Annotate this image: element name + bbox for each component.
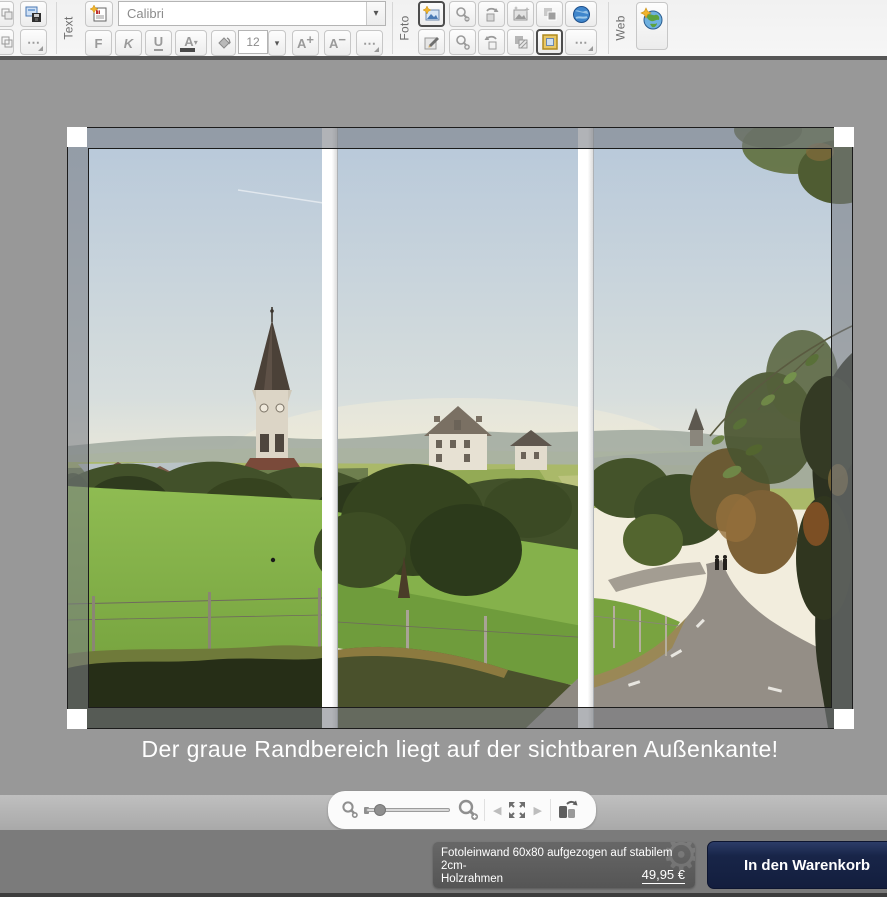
- toolbar-separator: [392, 2, 393, 54]
- layers-icon: [542, 6, 558, 22]
- overlapping-pages-icon: [1, 8, 13, 20]
- resize-handle-top-right[interactable]: [834, 127, 854, 147]
- product-info-box: ⚙ Fotoleinwand 60x80 aufgezogen auf stab…: [433, 842, 695, 888]
- resize-handle-top-left[interactable]: [67, 127, 87, 147]
- search-plus-icon: [454, 34, 471, 51]
- web-globe-star-icon: [640, 7, 664, 31]
- change-orientation-button[interactable]: [555, 798, 579, 822]
- decrease-font-button[interactable]: A −: [324, 30, 351, 56]
- wrap-edge-band-right: [832, 148, 852, 708]
- rotate-ccw-button[interactable]: [478, 29, 505, 55]
- zoom-toolbar: ◀ ▶: [328, 791, 596, 829]
- photo-frame-button[interactable]: [536, 29, 563, 55]
- bold-button[interactable]: F: [85, 30, 112, 56]
- magnifier-minus-icon: [340, 800, 360, 820]
- orientation-rotate-icon: [555, 798, 579, 822]
- corner-triangle-icon: [588, 46, 593, 51]
- add-to-cart-button[interactable]: In den Warenkorb: [707, 841, 887, 889]
- zoom-slider[interactable]: [366, 803, 450, 817]
- visible-area-outline: [88, 148, 832, 708]
- canvas-preview[interactable]: [68, 128, 852, 728]
- toolbar: ⋯ Text T Calibri ▾ F K U: [0, 0, 887, 56]
- corner-triangle-icon: [38, 46, 43, 51]
- footer-bar: ⚙ Fotoleinwand 60x80 aufgezogen auf stab…: [0, 830, 887, 897]
- rotate-cw-button[interactable]: [478, 1, 505, 27]
- text-more-button[interactable]: ⋯: [356, 30, 383, 56]
- zoom-strip: ◀ ▶: [0, 795, 887, 830]
- font-size-dropdown-button[interactable]: ▾: [268, 30, 286, 56]
- expand-arrows-icon: [505, 798, 529, 822]
- paint-bucket-icon: [216, 35, 232, 51]
- product-price[interactable]: 49,95 €: [642, 867, 685, 884]
- color-swatch: [180, 48, 195, 52]
- zoom-toolbar-separator: [550, 799, 551, 821]
- resize-handle-bottom-left[interactable]: [67, 709, 87, 729]
- ellipsis-icon: ⋯: [575, 36, 588, 49]
- text-section-label: Text: [60, 0, 78, 56]
- arrange-hatch-icon: [513, 34, 529, 50]
- window-bottom-edge: [0, 893, 887, 897]
- add-photo-icon: [423, 5, 441, 23]
- toolbar-separator: [608, 2, 609, 54]
- font-family-select[interactable]: Calibri ▾: [118, 1, 386, 26]
- add-photo-button[interactable]: [418, 1, 445, 27]
- web-section-label: Web: [612, 0, 630, 56]
- previous-page-button[interactable]: ◀: [489, 804, 505, 817]
- italic-button[interactable]: K: [115, 30, 142, 56]
- foto-more-button[interactable]: ⋯: [565, 29, 597, 55]
- duplicate-photo-button[interactable]: [536, 1, 563, 27]
- chevron-down-icon: ▾: [194, 38, 198, 47]
- format-fill-button[interactable]: [211, 30, 236, 56]
- pencil-edit-icon: [423, 34, 440, 51]
- overlapping-frames-icon: [1, 36, 13, 48]
- workspace: Der graue Randbereich liegt auf der sich…: [0, 60, 887, 795]
- zoom-slider-thumb[interactable]: [374, 804, 386, 816]
- increase-font-button[interactable]: A +: [292, 30, 319, 56]
- chevron-down-icon: ▾: [275, 38, 280, 49]
- globe-icon: [572, 5, 591, 24]
- fit-to-screen-button[interactable]: [505, 798, 529, 822]
- wrap-edge-band-bottom: [68, 708, 852, 728]
- photo-effects-icon: [512, 5, 530, 23]
- resize-handle-bottom-right[interactable]: [834, 709, 854, 729]
- zoom-toolbar-separator: [484, 799, 485, 821]
- font-size-value: 12: [246, 35, 259, 49]
- export-save-button[interactable]: [20, 1, 47, 27]
- zoom-in-button[interactable]: [456, 798, 480, 822]
- corner-triangle-icon: [374, 47, 379, 52]
- arrange-pages-button[interactable]: [0, 29, 14, 55]
- photo-editor-window: ⋯ Text T Calibri ▾ F K U: [0, 0, 887, 897]
- enlarge-photo-button[interactable]: [449, 29, 476, 55]
- arrange-order-button[interactable]: [507, 29, 534, 55]
- web-upload-button[interactable]: [636, 2, 668, 50]
- save-export-icon: [25, 6, 42, 23]
- wrap-edge-band-left: [68, 148, 88, 708]
- internet-photo-button[interactable]: [565, 1, 597, 27]
- edit-photo-button[interactable]: [418, 29, 445, 55]
- magnifier-plus-icon: [456, 798, 480, 822]
- photo-effects-button[interactable]: [507, 1, 534, 27]
- font-color-button[interactable]: A ▾: [175, 30, 207, 56]
- search-minus-icon: [454, 6, 471, 23]
- toolbar-separator: [56, 2, 57, 54]
- add-textfield-icon: T: [90, 5, 108, 23]
- add-to-cart-label: In den Warenkorb: [744, 857, 870, 874]
- duplicate-page-button[interactable]: [0, 1, 14, 27]
- font-size-input[interactable]: 12: [238, 30, 268, 54]
- add-text-button[interactable]: T: [85, 1, 113, 27]
- svg-text:T: T: [97, 10, 100, 16]
- remove-photo-button[interactable]: [449, 1, 476, 27]
- canvas-hint-caption: Der graue Randbereich liegt auf der sich…: [68, 736, 852, 763]
- foto-section-label: Foto: [396, 0, 414, 56]
- left-more-button[interactable]: ⋯: [20, 29, 47, 55]
- underline-button[interactable]: U: [145, 30, 172, 56]
- rotate-clockwise-icon: [483, 6, 500, 23]
- wrap-edge-band-top: [68, 128, 852, 148]
- next-page-button[interactable]: ▶: [529, 804, 545, 817]
- font-family-value: Calibri: [119, 6, 366, 21]
- frame-icon: [541, 33, 559, 51]
- zoom-out-button[interactable]: [340, 800, 360, 820]
- chevron-down-icon[interactable]: ▾: [366, 2, 385, 25]
- rotate-counterclockwise-icon: [483, 34, 500, 51]
